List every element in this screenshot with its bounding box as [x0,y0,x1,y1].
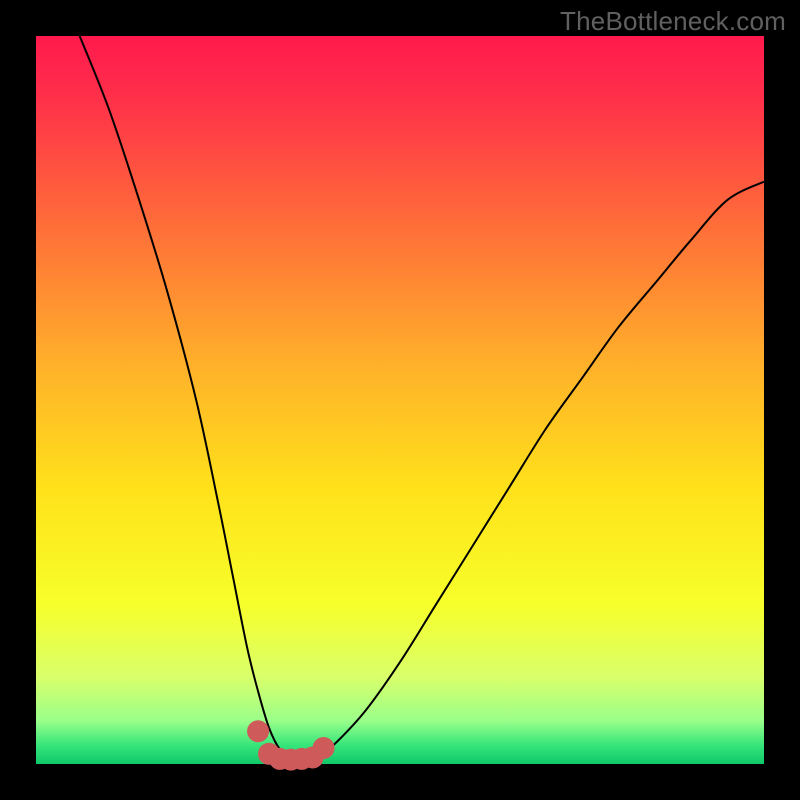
watermark-text: TheBottleneck.com [560,6,786,37]
bottleneck-chart [0,0,800,800]
minimum-marker [313,737,335,759]
plot-background [36,36,764,764]
chart-container: TheBottleneck.com [0,0,800,800]
minimum-marker [247,720,269,742]
